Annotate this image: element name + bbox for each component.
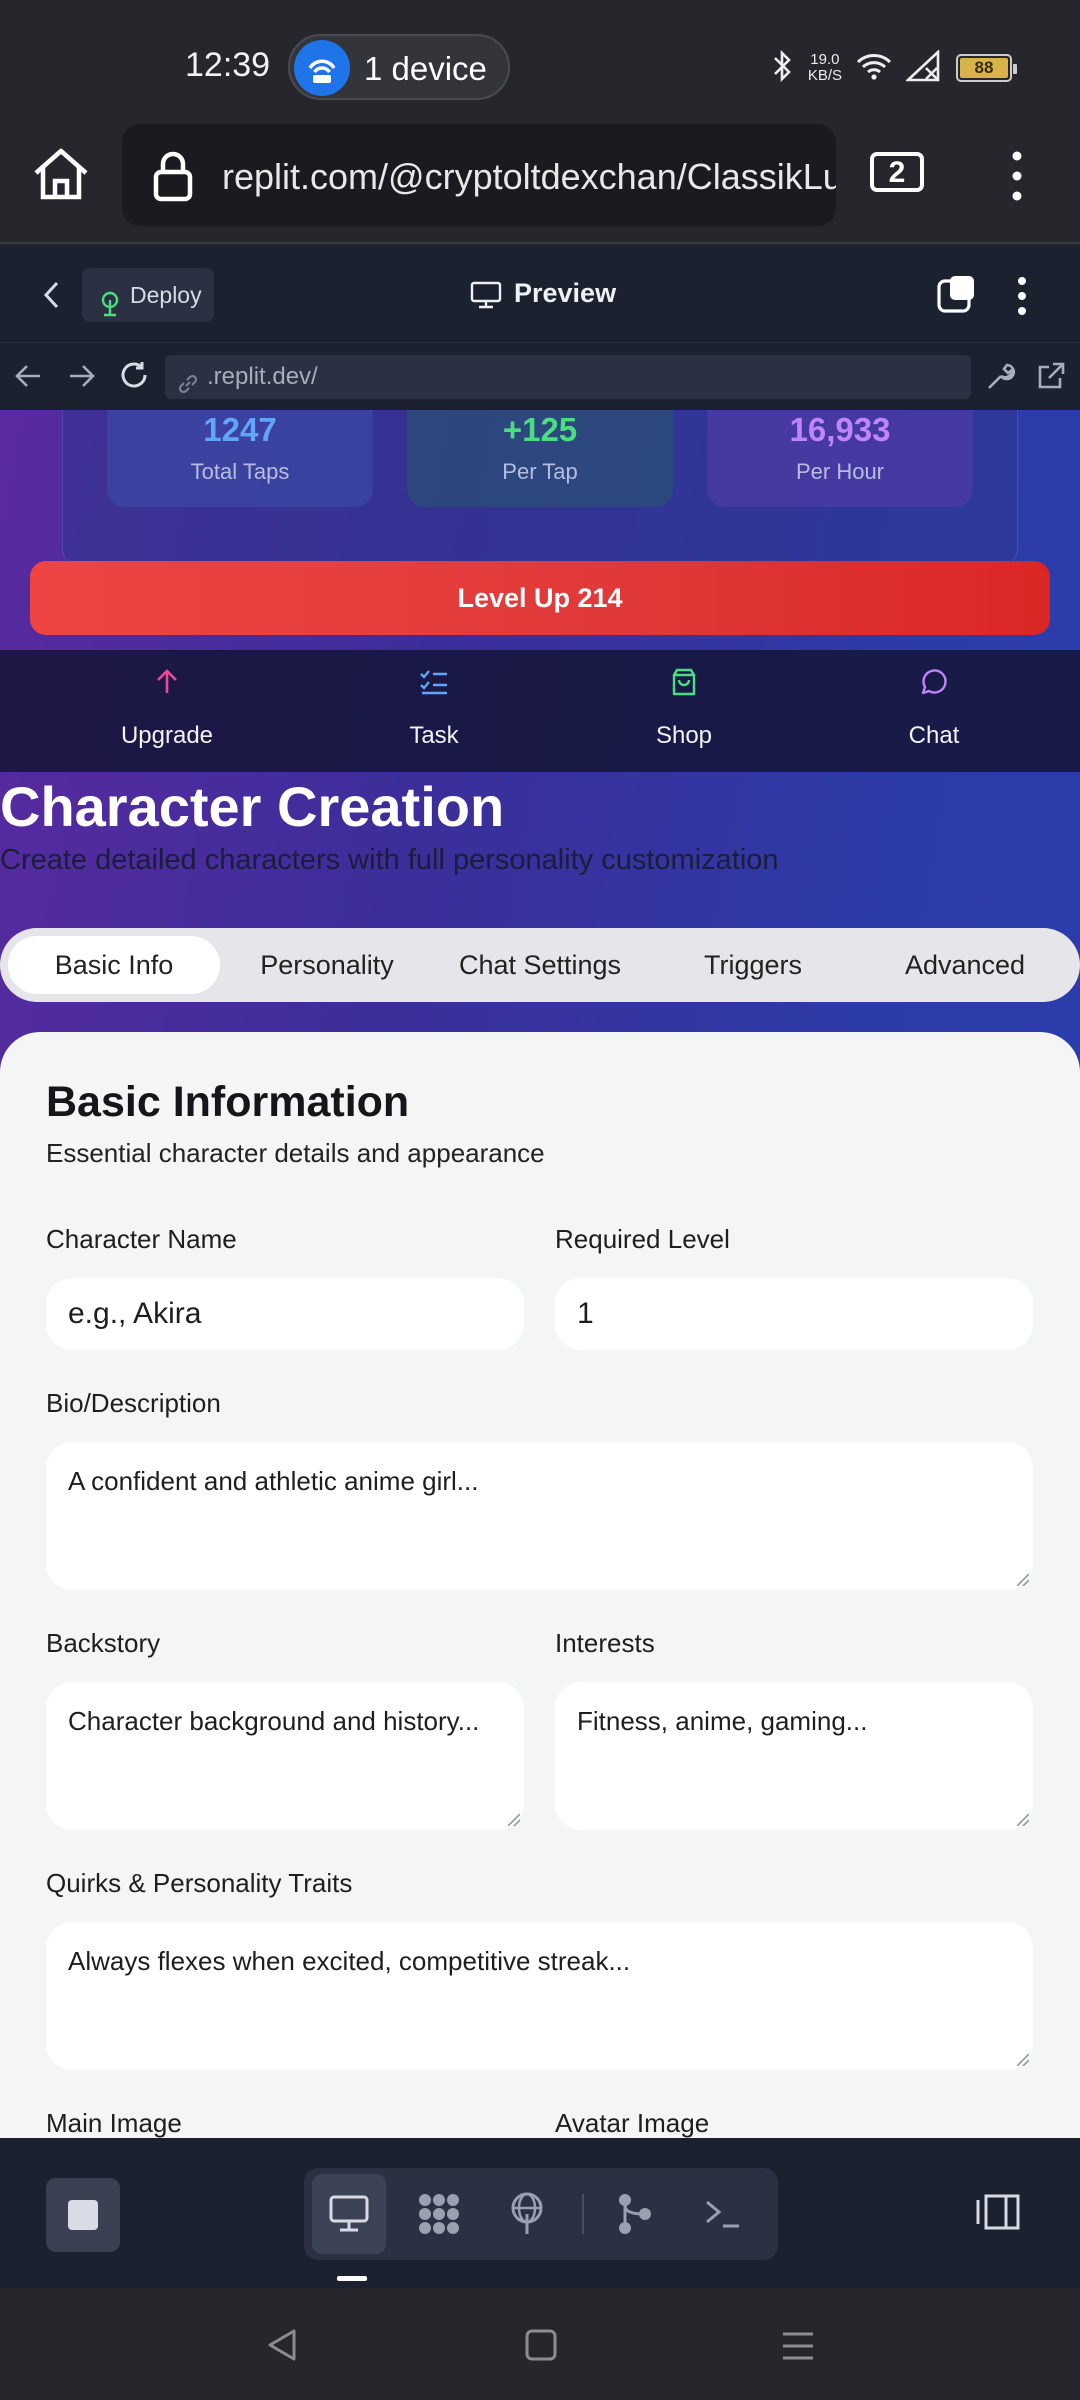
monitor-icon <box>470 280 502 317</box>
deploy-icon <box>98 282 122 336</box>
tab-basic-info[interactable]: Basic Info <box>8 936 220 994</box>
hotspot-pill[interactable]: 1 device <box>288 34 510 100</box>
tab-bar: Basic Info Personality Chat Settings Tri… <box>0 928 1080 1002</box>
stat-per-hour: 16,933 Per Hour <box>707 410 973 507</box>
replit-header: Deploy Preview <box>0 246 1080 342</box>
arrow-right-icon[interactable] <box>68 363 96 394</box>
webview-address-input[interactable]: .replit.dev/ <box>165 355 971 399</box>
panels-icon[interactable] <box>936 274 978 319</box>
toolbar-divider <box>582 2194 584 2234</box>
character-name-input[interactable]: e.g., Akira <box>46 1278 524 1350</box>
stop-button[interactable] <box>46 2178 120 2252</box>
arrow-left-icon[interactable] <box>14 363 42 394</box>
monitor-icon <box>329 2194 369 2239</box>
wrench-icon[interactable] <box>986 361 1016 396</box>
wifi-icon <box>856 51 892 86</box>
bio-label: Bio/Description <box>46 1388 221 1418</box>
tool-group <box>304 2168 778 2260</box>
terminal-icon <box>703 2196 743 2237</box>
bottom-nav: Upgrade Task Shop Chat <box>0 650 1080 772</box>
home-square-icon[interactable] <box>524 2328 558 2367</box>
interests-label: Interests <box>555 1628 655 1658</box>
active-tool-indicator <box>337 2276 367 2281</box>
signal-off-icon <box>904 48 942 87</box>
interests-textarea[interactable]: Fitness, anime, gaming... <box>555 1682 1033 1830</box>
backstory-textarea[interactable]: Character background and history... <box>46 1682 524 1830</box>
more-vert-icon[interactable] <box>1010 150 1024 207</box>
required-level-label: Required Level <box>555 1224 730 1254</box>
tab-advanced[interactable]: Advanced <box>858 936 1072 994</box>
section-heading: Basic Information <box>46 1078 410 1126</box>
tab-switcher-button[interactable]: 2 <box>870 152 924 192</box>
lock-icon[interactable] <box>152 150 194 207</box>
globe-deploy-icon <box>507 2192 547 2241</box>
reload-icon[interactable] <box>118 359 150 396</box>
resize-handle-icon[interactable] <box>1017 2054 1029 2066</box>
nav-chat[interactable]: Chat <box>834 650 1034 772</box>
network-speed: 19.0 KB/S <box>807 51 842 84</box>
more-vert-icon[interactable] <box>1016 276 1028 321</box>
preview-tool[interactable] <box>312 2174 386 2254</box>
resize-handle-icon[interactable] <box>1017 1814 1029 1826</box>
level-up-button[interactable]: Level Up 214 <box>30 561 1050 635</box>
replit-bottom-toolbar <box>0 2138 1080 2288</box>
main-image-label: Main Image <box>46 2108 182 2138</box>
battery-icon: 88 <box>956 54 1017 82</box>
shell-tool[interactable] <box>686 2174 760 2254</box>
section-description: Essential character details and appearan… <box>46 1138 545 1168</box>
sidebar-toggle-icon[interactable] <box>974 2192 1022 2237</box>
tab-chat-settings[interactable]: Chat Settings <box>432 936 648 994</box>
home-icon[interactable] <box>30 146 92 207</box>
back-triangle-icon[interactable] <box>266 2328 298 2367</box>
system-navigation-bar <box>0 2288 1080 2400</box>
bio-textarea[interactable]: A confident and athletic anime girl... <box>46 1442 1033 1590</box>
tab-personality[interactable]: Personality <box>222 936 432 994</box>
link-icon <box>177 366 199 410</box>
checklist-icon <box>418 666 450 698</box>
backstory-label: Backstory <box>46 1628 161 1658</box>
hotspot-icon <box>294 40 350 96</box>
url-bar[interactable]: replit.com/@cryptoltdexchan/ClassikLust <box>122 124 836 226</box>
tab-triggers[interactable]: Triggers <box>648 936 858 994</box>
stat-per-tap: +125 Per Tap <box>407 410 673 507</box>
shopping-bag-icon <box>668 666 700 698</box>
basic-info-card: Basic Information Essential character de… <box>0 1032 1080 2138</box>
recents-menu-icon[interactable] <box>780 2330 816 2367</box>
bluetooth-icon <box>772 49 794 88</box>
page-title: Character Creation <box>0 775 505 838</box>
nav-upgrade[interactable]: Upgrade <box>67 650 267 772</box>
resize-handle-icon[interactable] <box>508 1814 520 1826</box>
quirks-label: Quirks & Personality Traits <box>46 1868 353 1898</box>
nav-shop[interactable]: Shop <box>584 650 784 772</box>
grid-dots-icon <box>417 2192 461 2241</box>
url-text[interactable]: replit.com/@cryptoltdexchan/ClassikLust <box>222 156 836 198</box>
status-time: 12:39 <box>185 46 271 84</box>
nav-task[interactable]: Task <box>334 650 534 772</box>
resize-handle-icon[interactable] <box>1017 1574 1029 1586</box>
character-name-label: Character Name <box>46 1224 237 1254</box>
deploy-button[interactable]: Deploy <box>82 268 214 322</box>
quirks-textarea[interactable]: Always flexes when excited, competitive … <box>46 1922 1033 2070</box>
stats-panel: 1247 Total Taps +125 Per Tap 16,933 Per … <box>62 410 1018 570</box>
browser-toolbar: replit.com/@cryptoltdexchan/ClassikLust … <box>0 120 1080 244</box>
required-level-input[interactable]: 1 <box>555 1278 1033 1350</box>
external-link-icon[interactable] <box>1036 361 1066 396</box>
git-branch-icon <box>615 2192 655 2241</box>
hotspot-label: 1 device <box>364 50 487 87</box>
page-subtitle: Create detailed characters with full per… <box>0 844 779 876</box>
git-tool[interactable] <box>598 2174 672 2254</box>
arrow-up-icon <box>151 666 183 698</box>
message-circle-icon <box>918 666 950 698</box>
preview-tab[interactable]: Preview <box>470 278 616 309</box>
back-chevron-icon[interactable] <box>42 280 62 315</box>
status-bar: 12:39 1 device 19.0 KB/S 88 <box>0 0 1080 120</box>
webview-toolbar: .replit.dev/ <box>0 342 1080 410</box>
avatar-image-label: Avatar Image <box>555 2108 710 2138</box>
deploy-tool[interactable] <box>490 2174 564 2254</box>
agent-tool[interactable] <box>402 2174 476 2254</box>
stat-total-taps: 1247 Total Taps <box>107 410 373 507</box>
app-webview: 1247 Total Taps +125 Per Tap 16,933 Per … <box>0 410 1080 2138</box>
